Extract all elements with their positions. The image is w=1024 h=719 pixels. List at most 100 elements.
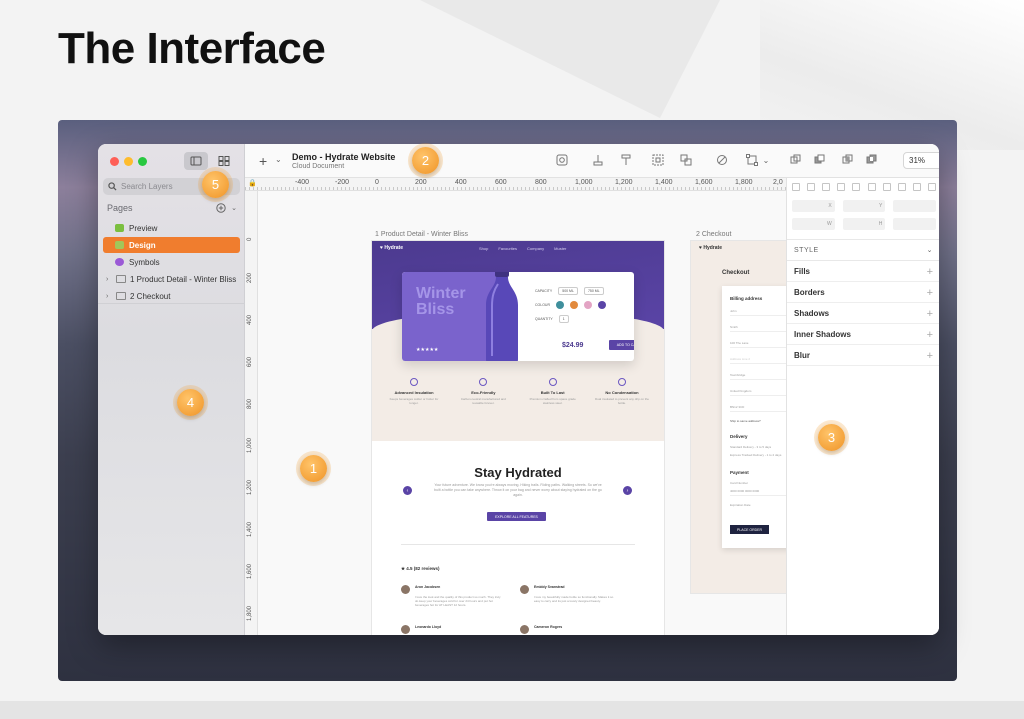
layers-view-toggle[interactable]	[184, 152, 208, 170]
mask-button[interactable]	[651, 153, 665, 167]
delivery-option[interactable]: Express Tracked Delivery - 1 to 2 days	[730, 450, 786, 460]
colour-swatch[interactable]	[597, 301, 606, 309]
form-field[interactable]: 100 The Lane	[730, 338, 786, 348]
minimize-window-button[interactable]	[124, 157, 133, 166]
explore-features-button[interactable]: EXPLORE ALL FEATURES	[487, 512, 546, 521]
canvas[interactable]: 1 Product Detail - Winter Bliss 2 Checko…	[258, 191, 786, 635]
insert-button[interactable]: +	[259, 153, 267, 169]
union-button[interactable]	[789, 153, 803, 167]
colour-swatch[interactable]	[569, 301, 578, 309]
carousel-prev-button[interactable]: ‹	[403, 486, 412, 495]
intersect-button[interactable]	[841, 153, 855, 167]
layer-artboard-checkout[interactable]: › 2 Checkout	[103, 288, 240, 304]
layer-artboard-product-detail[interactable]: › 1 Product Detail - Winter Bliss	[103, 271, 240, 287]
create-symbol-button[interactable]	[555, 153, 569, 167]
align-icon[interactable]	[882, 183, 891, 191]
zoom-window-button[interactable]	[138, 157, 147, 166]
blur-row[interactable]: Blur +	[787, 346, 939, 366]
form-field[interactable]: Townbridge	[730, 370, 786, 380]
feature-text: Premium crafted from space grade stainle…	[529, 397, 576, 405]
artboard-checkout[interactable]: ♥ Hydrate Checkout Billing address John …	[691, 241, 786, 593]
rotation-field[interactable]	[893, 200, 937, 212]
colour-swatch[interactable]	[555, 301, 564, 309]
form-field[interactable]: United Kingdom	[730, 386, 786, 396]
flip-field[interactable]	[893, 218, 937, 230]
form-field[interactable]: BN12 3CD	[730, 402, 786, 412]
artboard-label[interactable]: 1 Product Detail - Winter Bliss	[375, 231, 468, 238]
page-item-symbols[interactable]: Symbols	[103, 254, 240, 270]
chevron-down-icon[interactable]: ⌄	[231, 204, 237, 212]
carousel-next-button[interactable]: ›	[623, 486, 632, 495]
chevron-down-icon[interactable]: ⌄	[275, 155, 282, 164]
add-to-cart-button[interactable]: ADD TO CART	[609, 340, 634, 350]
artboard-label[interactable]: 2 Checkout	[696, 231, 731, 238]
align-icon[interactable]	[852, 183, 861, 191]
expiry-field[interactable]: Expiration Date	[730, 500, 786, 510]
plus-icon[interactable]: +	[927, 350, 933, 362]
ship-same-checkbox[interactable]: Ship to same address?	[730, 416, 786, 426]
style-header[interactable]: STYLE ⌄	[787, 239, 939, 261]
backward-button[interactable]	[619, 153, 633, 167]
page-item-design[interactable]: Design	[103, 237, 240, 253]
page-item-preview[interactable]: Preview	[103, 220, 240, 236]
x-field[interactable]: X	[792, 200, 835, 212]
chevron-right-icon[interactable]: ›	[106, 293, 112, 300]
align-icon[interactable]	[867, 183, 876, 191]
plus-icon[interactable]: +	[927, 308, 933, 320]
inner-shadows-row[interactable]: Inner Shadows +	[787, 325, 939, 345]
ruler-tick: 0	[375, 179, 379, 186]
slide-title: The Interface	[58, 24, 326, 73]
zoom-select[interactable]: 31% ⌄	[903, 152, 939, 169]
subtract-button[interactable]	[813, 153, 827, 167]
align-icon[interactable]	[912, 183, 921, 191]
colour-swatch[interactable]	[583, 301, 592, 309]
ruler-tick: 1,000	[575, 179, 593, 186]
y-field[interactable]: Y	[842, 200, 886, 212]
edit-button[interactable]	[715, 153, 729, 167]
align-icon[interactable]	[897, 183, 906, 191]
search-placeholder: Search Layers	[121, 182, 173, 191]
difference-button[interactable]	[865, 153, 879, 167]
page-label: Design	[129, 240, 156, 250]
align-icon[interactable]	[807, 183, 816, 191]
chevron-down-icon[interactable]: ⌄	[759, 153, 773, 167]
borders-row[interactable]: Borders +	[787, 283, 939, 303]
plus-icon[interactable]: +	[927, 266, 933, 278]
transform-button[interactable]	[745, 153, 759, 167]
align-icon[interactable]	[792, 183, 800, 191]
close-window-button[interactable]	[110, 157, 119, 166]
align-icon[interactable]	[822, 183, 831, 191]
shadows-row[interactable]: Shadows +	[787, 304, 939, 324]
plus-icon[interactable]: +	[927, 329, 933, 341]
callout-badge: 4	[177, 389, 204, 416]
add-page-icon[interactable]	[216, 203, 226, 213]
components-view-toggle[interactable]	[212, 152, 236, 170]
plus-icon[interactable]: +	[927, 287, 933, 299]
form-field[interactable]: John	[730, 306, 786, 316]
site-nav: Shop Favourites Company Muster	[479, 246, 566, 251]
ruler-tick: 1,800	[247, 605, 253, 621]
chevron-right-icon[interactable]: ›	[106, 276, 112, 283]
place-order-button[interactable]: PLACE ORDER	[730, 525, 769, 534]
forward-button[interactable]	[591, 153, 605, 167]
scale-button[interactable]	[679, 153, 693, 167]
artboard-product-detail[interactable]: ♥ Hydrate Shop Favourites Company Muster…	[372, 241, 664, 635]
height-field[interactable]: H	[842, 218, 886, 230]
ruler-horizontal[interactable]: 🔒 -400 -200 0 200 400 600 800 1,000 1,20…	[245, 178, 786, 191]
width-field[interactable]: W	[792, 218, 835, 230]
ruler-vertical[interactable]: 0 200 400 600 800 1,000 1,200 1,400 1,60…	[245, 191, 258, 635]
fills-row[interactable]: Fills +	[787, 262, 939, 282]
capacity-option[interactable]: 500 ML	[558, 287, 578, 295]
bottle-image	[486, 272, 518, 361]
card-number-field[interactable]: 4000 0000 0000 0000	[730, 486, 786, 496]
page-label: Symbols	[129, 257, 160, 267]
reviewer-name: Aron Jacobsen	[415, 585, 441, 589]
align-icon[interactable]	[837, 183, 846, 191]
form-field[interactable]: Smith	[730, 322, 786, 332]
capacity-option[interactable]: 750 ML	[583, 287, 604, 295]
forward-icon	[593, 155, 603, 166]
form-field[interactable]: Address Line 2	[730, 354, 786, 364]
align-icon[interactable]	[927, 183, 936, 191]
quantity-stepper[interactable]: 1	[558, 315, 569, 323]
alignment-toolbar	[792, 183, 936, 191]
